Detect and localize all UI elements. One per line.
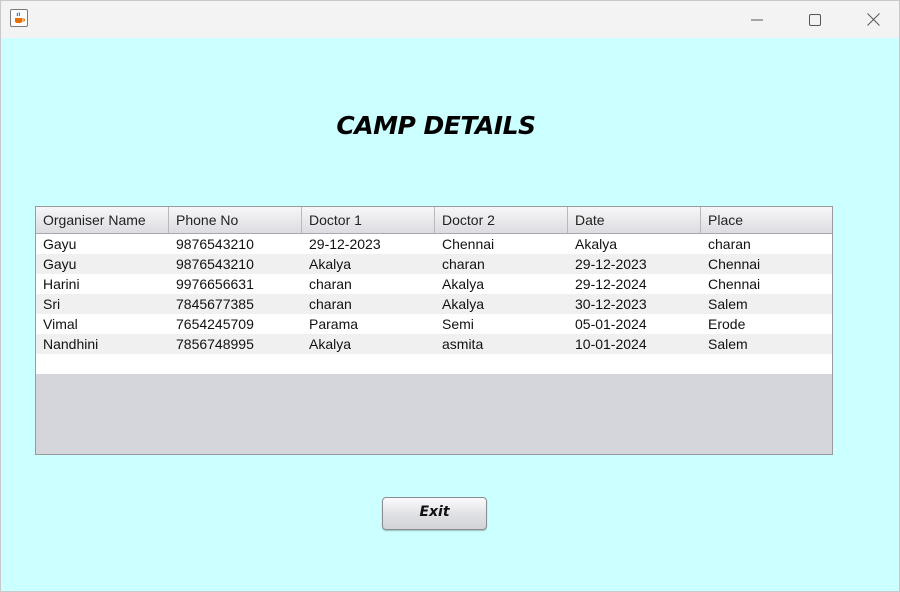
table-row[interactable]: Harini 9976656631 charan Akalya 29-12-20… [36, 274, 832, 294]
cell-organiser-name[interactable]: Gayu [36, 254, 169, 274]
cell-organiser-name[interactable]: Gayu [36, 234, 169, 254]
cell-phone-no[interactable]: 7845677385 [169, 294, 302, 314]
cell-phone-no[interactable]: 7654245709 [169, 314, 302, 334]
cell-phone-no[interactable]: 9876543210 [169, 234, 302, 254]
cell-doctor-2[interactable]: Akalya [435, 274, 568, 294]
cell-phone-no[interactable]: 9876543210 [169, 254, 302, 274]
column-header-organiser-name[interactable]: Organiser Name [36, 207, 169, 233]
column-header-doctor-1[interactable]: Doctor 1 [302, 207, 435, 233]
cell-doctor-2[interactable]: Akalya [435, 294, 568, 314]
cell-doctor-1[interactable]: Akalya [302, 254, 435, 274]
minimize-button[interactable] [728, 1, 786, 38]
cell-date[interactable]: 10-01-2024 [568, 334, 701, 354]
cell-doctor-2[interactable]: asmita [435, 334, 568, 354]
cell-doctor-2[interactable]: Chennai [435, 234, 568, 254]
cell-doctor-2[interactable]: charan [435, 254, 568, 274]
table-row[interactable]: Gayu 9876543210 29-12-2023 Chennai Akaly… [36, 234, 832, 254]
cell-organiser-name[interactable]: Nandhini [36, 334, 169, 354]
cell-place[interactable]: Salem [701, 294, 832, 314]
minimize-icon [751, 19, 763, 20]
maximize-icon [809, 13, 821, 26]
maximize-button[interactable] [786, 1, 844, 38]
column-header-place[interactable]: Place [701, 207, 832, 233]
table-header: Organiser Name Phone No Doctor 1 Doctor … [36, 207, 832, 234]
cell-organiser-name[interactable]: Vimal [36, 314, 169, 334]
title-bar [1, 1, 899, 38]
cell-doctor-2[interactable]: Semi [435, 314, 568, 334]
table-row[interactable]: Vimal 7654245709 Parama Semi 05-01-2024 … [36, 314, 832, 334]
column-header-doctor-2[interactable]: Doctor 2 [435, 207, 568, 233]
camp-details-table[interactable]: Organiser Name Phone No Doctor 1 Doctor … [35, 206, 833, 455]
cell-place[interactable]: Chennai [701, 254, 832, 274]
cell-doctor-1[interactable]: Parama [302, 314, 435, 334]
table-empty-row [36, 354, 832, 374]
cell-phone-no[interactable]: 9976656631 [169, 274, 302, 294]
cell-doctor-1[interactable]: charan [302, 294, 435, 314]
close-icon [866, 13, 880, 26]
cell-phone-no[interactable]: 7856748995 [169, 334, 302, 354]
column-header-date[interactable]: Date [568, 207, 701, 233]
cell-organiser-name[interactable]: Sri [36, 294, 169, 314]
java-cup-icon[interactable] [10, 9, 28, 27]
cell-place[interactable]: Erode [701, 314, 832, 334]
page-title: CAMP DETAILS [336, 111, 536, 140]
table-body: Gayu 9876543210 29-12-2023 Chennai Akaly… [36, 234, 832, 374]
cell-place[interactable]: charan [701, 234, 832, 254]
cell-date[interactable]: 29-12-2023 [568, 254, 701, 274]
cell-date[interactable]: 29-12-2024 [568, 274, 701, 294]
table-row[interactable]: Nandhini 7856748995 Akalya asmita 10-01-… [36, 334, 832, 354]
cell-date[interactable]: 30-12-2023 [568, 294, 701, 314]
exit-button[interactable]: Exit [382, 497, 487, 530]
cell-place[interactable]: Salem [701, 334, 832, 354]
cell-organiser-name[interactable]: Harini [36, 274, 169, 294]
column-header-phone-no[interactable]: Phone No [169, 207, 302, 233]
cell-doctor-1[interactable]: 29-12-2023 [302, 234, 435, 254]
cell-place[interactable]: Chennai [701, 274, 832, 294]
close-button[interactable] [844, 1, 900, 38]
cell-doctor-1[interactable]: Akalya [302, 334, 435, 354]
app-window: CAMP DETAILS Organiser Name Phone No Doc… [0, 0, 900, 592]
cell-date[interactable]: Akalya [568, 234, 701, 254]
table-row[interactable]: Gayu 9876543210 Akalya charan 29-12-2023… [36, 254, 832, 274]
table-row[interactable]: Sri 7845677385 charan Akalya 30-12-2023 … [36, 294, 832, 314]
cell-date[interactable]: 05-01-2024 [568, 314, 701, 334]
cell-doctor-1[interactable]: charan [302, 274, 435, 294]
